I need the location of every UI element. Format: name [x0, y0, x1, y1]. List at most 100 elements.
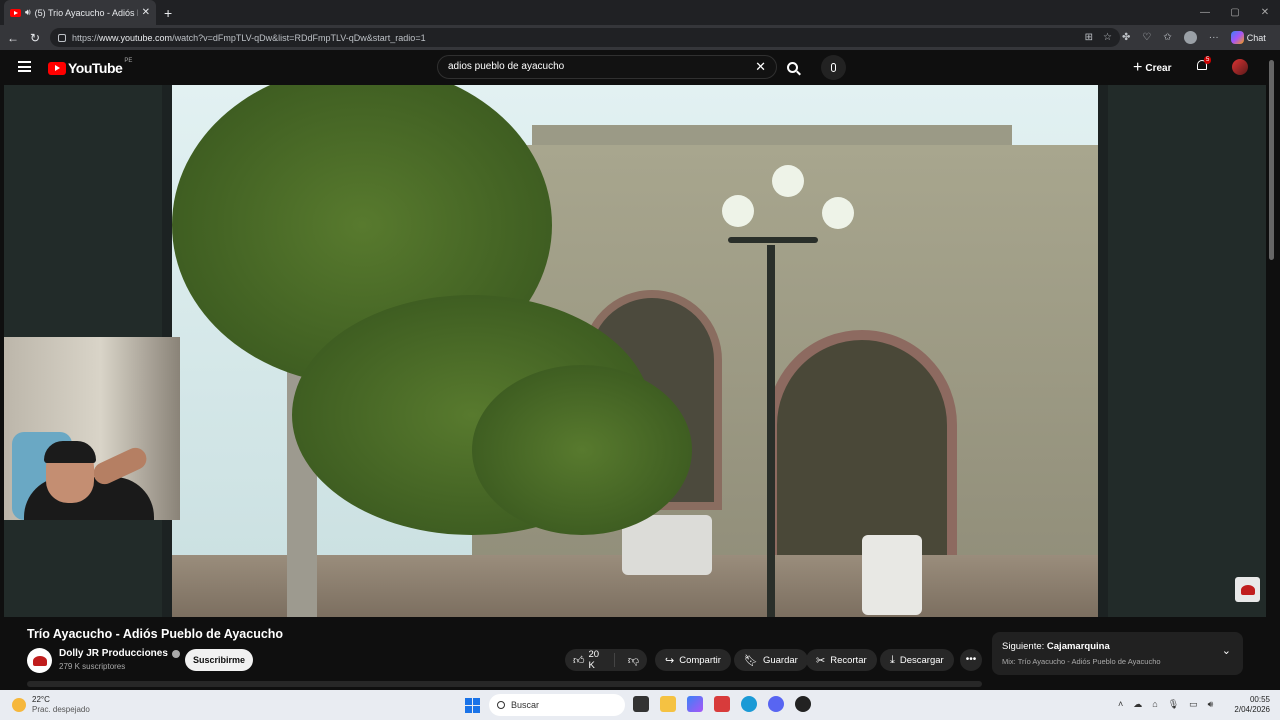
like-button[interactable]: 👍︎ 20 K — [565, 649, 615, 671]
thumbs-down-icon: 👎︎ — [627, 654, 639, 667]
download-icon: ⤓ — [890, 653, 895, 666]
profile-avatar[interactable] — [1183, 31, 1197, 44]
channel-name[interactable]: Dolly JR Producciones — [59, 648, 168, 659]
weather-temp: 22°C — [32, 695, 50, 704]
browser-tab[interactable]: 🔊︎ (5) Trio Ayacucho - Adiós Pue ✕ — [4, 0, 156, 25]
subscriber-count: 279 K suscriptores — [59, 662, 126, 671]
browser-tabbar: 🔊︎ (5) Trio Ayacucho - Adiós Pue ✕ + — ▢… — [0, 0, 1280, 25]
app-icon[interactable] — [795, 696, 811, 712]
browser-toolbar: ← ↻ https://www.youtube.com/watch?v=dFmp… — [0, 25, 1280, 50]
network-icon[interactable]: ⌂ — [1152, 699, 1157, 710]
next-up-title: Cajamarquina — [1046, 641, 1110, 652]
mic-tray-icon[interactable]: 🎙︎ — [1168, 699, 1179, 710]
street-lamp — [767, 245, 775, 617]
reload-icon[interactable]: ↻ — [24, 31, 46, 45]
tab-close-icon[interactable]: ✕ — [142, 7, 150, 18]
share-icon: ↪ — [665, 654, 675, 667]
page-scrollbar[interactable] — [1269, 60, 1274, 260]
next-up-mix: Mix: Trío Ayacucho - Adiós Pueblo de Aya… — [1002, 657, 1161, 666]
taskbar-search-placeholder: Buscar — [511, 700, 540, 710]
region-code: PE — [124, 58, 133, 64]
weather-condition: Prac. despejado — [32, 705, 90, 714]
white-car — [862, 535, 922, 615]
clear-search-icon[interactable]: ✕ — [755, 56, 766, 78]
show-hidden-icons-icon[interactable]: ˄ — [1118, 699, 1123, 710]
notifications-button[interactable]: 5 — [1197, 56, 1212, 72]
maximize-button[interactable]: ▢ — [1220, 0, 1250, 25]
copilot-icon — [1230, 31, 1244, 44]
browser-essentials-icon[interactable]: ♡ — [1142, 32, 1151, 43]
dislike-button[interactable]: 👎︎ — [620, 654, 647, 667]
next-up-panel[interactable]: Siguiente: Cajamarquina Mix: Trío Ayacuc… — [992, 632, 1243, 675]
minimize-button[interactable]: — — [1190, 0, 1220, 25]
like-count: 20 K — [588, 649, 600, 671]
verified-icon — [171, 649, 180, 658]
clock-date: 2/04/2026 — [1234, 705, 1270, 714]
clip-button[interactable]: ✂ Recortar — [806, 649, 877, 671]
description-box-edge[interactable] — [27, 681, 982, 687]
extensions-icon[interactable]: ✤ — [1122, 32, 1130, 43]
file-explorer-icon[interactable] — [660, 696, 676, 712]
like-dislike-group: 👍︎ 20 K 👎︎ — [565, 649, 647, 671]
save-label: Guardar — [762, 654, 798, 666]
chat-label: Chat — [1246, 32, 1266, 43]
download-button[interactable]: ⤓ Descargar — [880, 649, 954, 671]
url-path: /watch?v=dFmpTLV-qDw&list=RDdFmpTLV-qDw&… — [172, 32, 426, 43]
video-title: Trío Ayacucho - Adiós Pueblo de Ayacucho — [27, 627, 284, 641]
close-window-button[interactable]: ✕ — [1250, 0, 1280, 25]
channel-name-row[interactable]: Dolly JR Producciones — [59, 648, 180, 659]
notification-badge: 5 — [1204, 56, 1212, 64]
youtube-wordmark: YouTube — [68, 60, 123, 76]
taskbar-search[interactable]: Buscar — [489, 694, 625, 716]
more-actions-button[interactable]: ••• — [960, 649, 982, 671]
search-button[interactable] — [777, 55, 807, 79]
video-player[interactable] — [4, 85, 1266, 617]
voice-search-button[interactable] — [821, 55, 846, 80]
extensions-area: ✤ ♡ ✩ ··· Chat — [1122, 25, 1266, 50]
create-button[interactable]: + Crear — [1133, 59, 1171, 77]
window-controls: — ▢ ✕ — [1190, 0, 1280, 25]
copilot-chat-button[interactable]: Chat — [1230, 31, 1266, 44]
volume-icon[interactable]: 🔊︎ — [1208, 699, 1214, 710]
lamp-globe — [722, 195, 754, 227]
new-tab-button[interactable]: + — [164, 5, 172, 21]
discord-icon[interactable] — [768, 696, 784, 712]
url-prefix: https:// — [72, 32, 100, 43]
search-input[interactable]: adios pueblo de ayacucho ✕ — [437, 55, 777, 79]
favorite-star-icon[interactable]: ☆ — [1103, 32, 1112, 43]
office-app-icon[interactable] — [714, 696, 730, 712]
chevron-down-icon[interactable]: ⌄ — [1222, 644, 1231, 657]
channel-watermark[interactable] — [1235, 577, 1260, 602]
copilot-app-icon[interactable] — [687, 696, 703, 712]
hamburger-menu-icon[interactable] — [18, 61, 31, 72]
clip-label: Recortar — [830, 654, 867, 666]
save-button[interactable]: 🔖︎ Guardar — [734, 649, 808, 671]
settings-more-icon[interactable]: ··· — [1209, 32, 1219, 43]
favorites-icon[interactable]: ✩ — [1163, 32, 1171, 43]
lamp-globe — [822, 197, 854, 229]
account-avatar[interactable] — [1232, 59, 1248, 75]
address-bar[interactable]: https://www.youtube.com/watch?v=dFmpTLV-… — [50, 28, 1120, 47]
onedrive-icon[interactable]: ☁ — [1133, 699, 1142, 710]
share-label: Compartir — [679, 654, 721, 666]
taskbar-clock[interactable]: 00:55 2/04/2026 — [1232, 695, 1270, 715]
display-icon[interactable]: ▭ — [1189, 699, 1198, 710]
task-view-icon[interactable] — [633, 696, 649, 712]
edge-browser-icon[interactable] — [741, 696, 757, 712]
app-available-icon[interactable]: ⊞ — [1085, 32, 1093, 43]
windows-start-icon[interactable] — [465, 698, 480, 713]
create-label: Crear — [1145, 62, 1172, 74]
youtube-favicon-icon — [10, 8, 21, 17]
site-info-icon[interactable] — [58, 33, 66, 42]
person-cap — [44, 441, 96, 463]
tree-canopy — [472, 365, 692, 535]
share-button[interactable]: ↪ Compartir — [655, 649, 731, 671]
video-frame[interactable] — [172, 85, 1098, 617]
speaker-icon[interactable]: 🔊︎ — [25, 7, 31, 18]
back-icon[interactable]: ← — [2, 31, 24, 45]
youtube-logo[interactable]: YouTube PE — [48, 58, 133, 76]
channel-avatar[interactable] — [27, 648, 52, 673]
address-actions: ⊞ ☆ — [1085, 28, 1112, 47]
weather-widget[interactable]: 22°C Prac. despejado — [12, 695, 90, 715]
subscribe-button[interactable]: Suscribirme — [185, 649, 253, 671]
